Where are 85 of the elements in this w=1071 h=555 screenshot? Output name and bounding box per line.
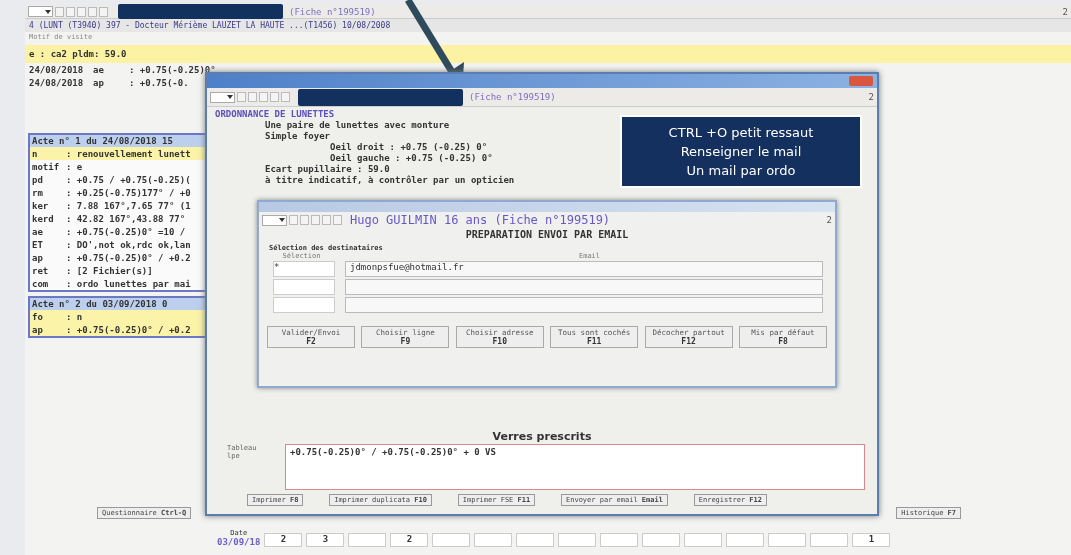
score-cell[interactable] [600, 533, 639, 547]
prescription-line: Une paire de lunettes avec monture [265, 120, 450, 131]
nav-button[interactable] [66, 6, 75, 17]
history-code: ae [93, 65, 105, 76]
counter-text: 2 [868, 92, 874, 102]
act-field-key: rm [30, 187, 66, 198]
act-field-value: : +0.25(-0.75)177° / +0 [66, 187, 191, 198]
act-field-key: n [30, 148, 66, 159]
prescription-line: Oeil gauche : +0.75 (-0.25) 0° [330, 153, 493, 164]
act-field-value: : 42.82 167°,43.88 77° [66, 213, 186, 224]
patient-title: Hugo GUILMIN 16 ans (Fiche n°199519) [350, 213, 611, 227]
prescription-line: à titre indicatif, à contrôler par un opticien [265, 175, 515, 186]
section-title: Verres prescrits [491, 430, 593, 443]
history-code: ap [93, 78, 105, 89]
annotation-text: Renseigner le mail [679, 143, 803, 161]
nav-button[interactable] [77, 6, 86, 17]
act-field-value: : e [66, 161, 83, 172]
annotation-text: Un mail par ordo [685, 162, 797, 180]
prescription-line: Ecart pupillaire : 59.0 [265, 164, 390, 175]
dialog-heading: PREPARATION ENVOI PAR EMAIL [464, 229, 630, 240]
score-cell[interactable] [726, 533, 765, 547]
score-cell[interactable]: 2 [390, 533, 429, 547]
counter-text: 2 [1062, 6, 1068, 17]
document-heading: ORDONNANCE DE LUNETTES [215, 109, 335, 120]
act-field-value: : +0.75(-0.25)0° / +0.2 [66, 324, 191, 335]
act-field-key: motif [30, 161, 66, 172]
act-field-key: ret [30, 265, 66, 276]
act-field-key: com [30, 278, 66, 289]
score-cell[interactable] [348, 533, 387, 547]
score-cell[interactable] [810, 533, 849, 547]
record-number: (Fiche n°199519) [469, 92, 556, 102]
caret-icon [279, 218, 285, 222]
prescription-line: Oeil droit : +0.75 (-0.25) 0° [330, 142, 488, 153]
act-field-value: : +0.75 / +0.75(-0.25)( [66, 174, 191, 185]
nav-button[interactable] [55, 6, 64, 17]
history-value: : +0.75(-0.25)0° [129, 65, 216, 76]
close-button[interactable] [849, 76, 873, 86]
email-field[interactable]: jdmonpsfue@hotmail.fr [345, 261, 823, 277]
score-cell[interactable]: 3 [306, 533, 345, 547]
annotation-text: CTRL +O petit ressaut [667, 124, 815, 142]
act-field-value: : +0.75(-0.25)0° =10 / [66, 226, 186, 237]
act-field-value: : DO',not ok,rdc ok,lan [66, 239, 191, 250]
act-field-value: : n [66, 311, 83, 322]
act-field-key: ae [30, 226, 66, 237]
dropdown-field[interactable] [262, 214, 287, 226]
act-field-value: : +0.75(-0.25)0° / +0.2 [66, 252, 191, 263]
score-cell[interactable]: 1 [852, 533, 891, 547]
score-cell[interactable] [474, 533, 513, 547]
score-cell[interactable] [684, 533, 723, 547]
act-field-key: ap [30, 324, 66, 335]
act-field-value: : [2 Fichier(s)] [66, 265, 153, 276]
record-number: (Fiche n°199519) [289, 6, 376, 17]
act-field-key: kerd [30, 213, 66, 224]
selection-field[interactable]: * [273, 261, 335, 277]
history-date: 24/08/2018 [29, 78, 85, 89]
act-field-key: ET [30, 239, 66, 250]
prescription-line: Simple foyer [265, 131, 331, 142]
act-field-value: : 7.88 167°,7.65 77° (1 [66, 200, 191, 211]
score-cell[interactable] [432, 533, 471, 547]
act-field-key: ker [30, 200, 66, 211]
date-value: 03/09/18 [217, 537, 261, 547]
act-field-key: ap [30, 252, 66, 263]
act-field-value: : renouvellement lunett [66, 148, 191, 159]
score-cell[interactable] [516, 533, 555, 547]
act-field-key: pd [30, 174, 66, 185]
counter-text: 2 [826, 215, 832, 225]
score-cell[interactable]: 2 [264, 533, 303, 547]
act-field-key: fo [30, 311, 66, 322]
history-value: : +0.75(-0. [129, 78, 189, 89]
selection-field[interactable] [273, 297, 335, 313]
prescription-field[interactable]: +0.75(-0.25)0° / +0.75(-0.25)0° + 0 VS [285, 444, 865, 490]
nav-button[interactable] [99, 6, 108, 17]
email-field[interactable] [345, 279, 823, 295]
dropdown-field[interactable] [210, 91, 235, 103]
caret-icon [227, 95, 233, 99]
caret-icon [45, 9, 51, 14]
score-cell[interactable] [768, 533, 807, 547]
dropdown-field[interactable] [28, 6, 53, 17]
email-field[interactable] [345, 297, 823, 313]
nav-button[interactable] [88, 6, 97, 17]
history-date: 24/08/2018 [29, 65, 85, 76]
selection-field[interactable] [273, 279, 335, 295]
act-field-value: : ordo lunettes par mai [66, 278, 191, 289]
score-cell[interactable] [642, 533, 681, 547]
score-cell[interactable] [558, 533, 597, 547]
